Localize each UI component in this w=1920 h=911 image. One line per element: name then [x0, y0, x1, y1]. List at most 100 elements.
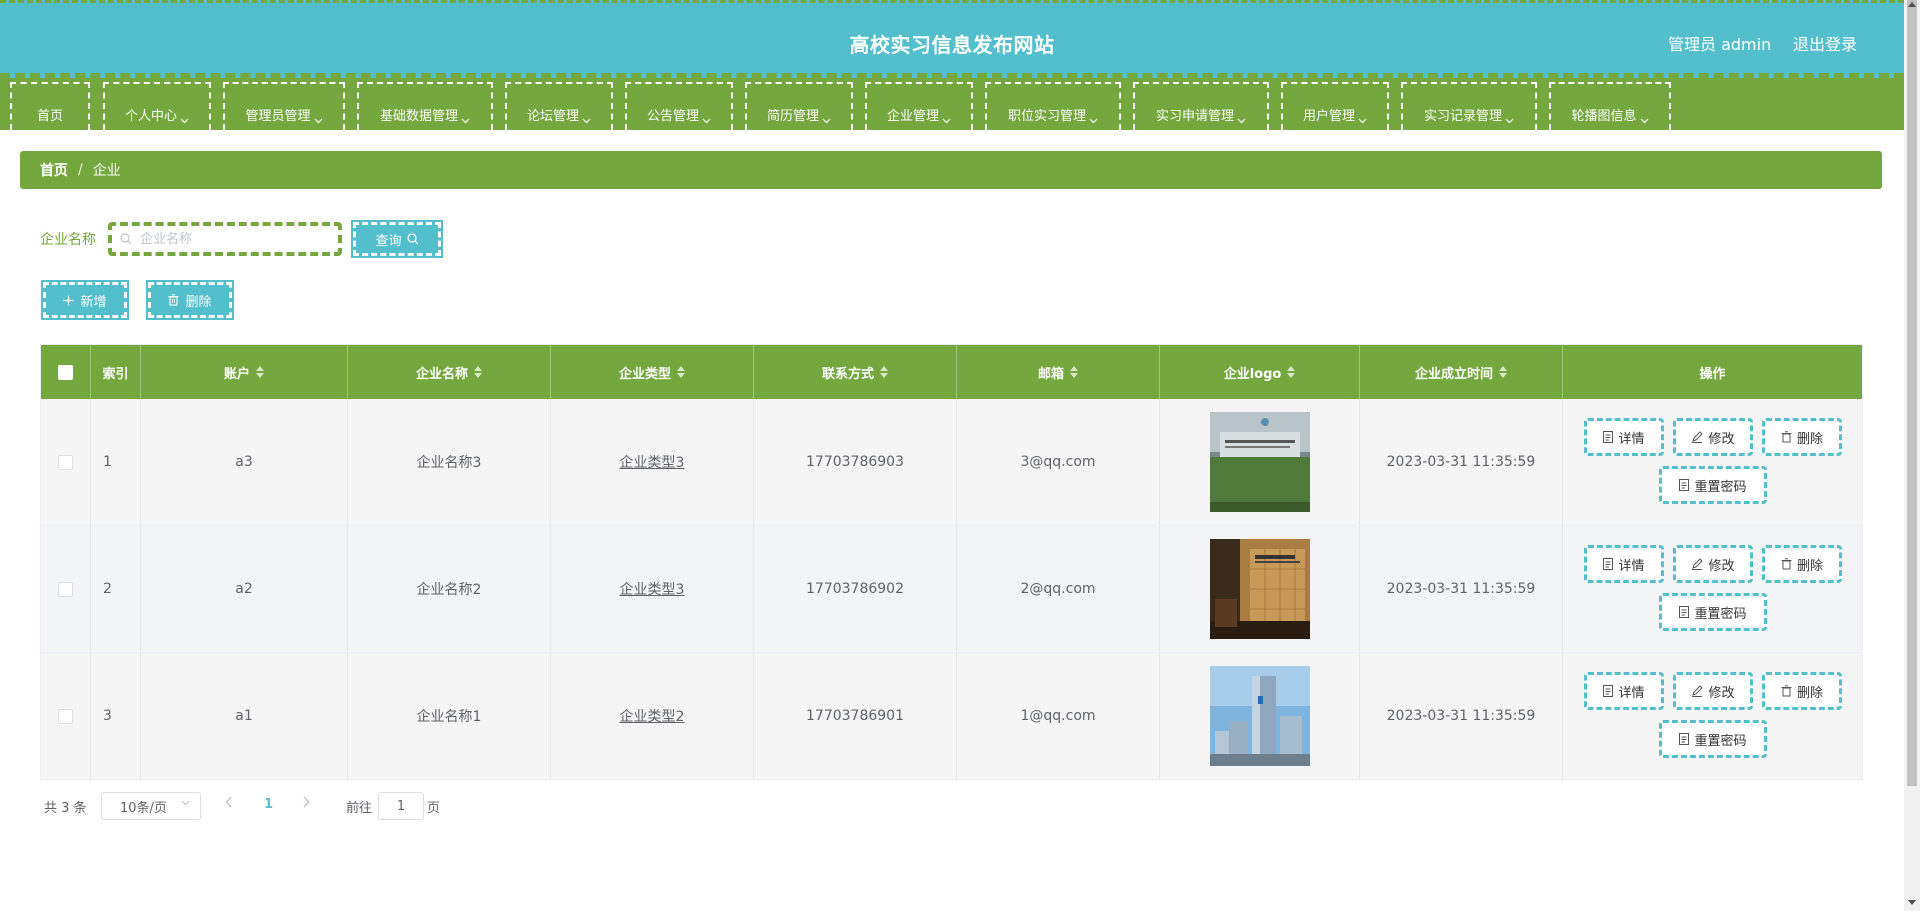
column-header-email[interactable]: 邮箱: [957, 345, 1160, 399]
chevron-down-icon: [181, 800, 190, 806]
reset-password-button[interactable]: 重置密码: [1659, 593, 1767, 631]
column-header-type[interactable]: 企业类型: [551, 345, 754, 399]
scroll-down-arrow-icon[interactable]: [1908, 900, 1916, 905]
column-header-account[interactable]: 账户: [141, 345, 348, 399]
row-checkbox[interactable]: [58, 708, 73, 724]
next-page-icon[interactable]: [302, 796, 310, 808]
delete-button-label: 删除: [1796, 431, 1823, 447]
delete-button[interactable]: 删除: [1762, 545, 1842, 583]
nav-item-label: 企业管理: [886, 109, 939, 124]
cell-type: 企业类型3: [551, 526, 754, 652]
chevron-down-icon: [1358, 118, 1367, 124]
document-icon: [1603, 685, 1614, 697]
edit-button[interactable]: 修改: [1673, 545, 1753, 583]
page-size-select[interactable]: 10条/页: [101, 792, 201, 820]
nav-item-internship-record[interactable]: 实习记录管理: [1401, 82, 1537, 130]
scroll-up-arrow-icon[interactable]: [1908, 2, 1916, 7]
nav-item-profile[interactable]: 个人中心: [103, 82, 211, 130]
office-tower-image[interactable]: [1209, 666, 1310, 766]
nav-item-resume[interactable]: 简历管理: [745, 82, 853, 130]
current-page-number[interactable]: 1: [264, 797, 273, 812]
edit-button[interactable]: 修改: [1673, 672, 1753, 710]
header-select-all[interactable]: [41, 345, 91, 399]
chevron-down-icon: [461, 118, 470, 124]
cell-ops: 详情 修改 删除 重置密码: [1563, 399, 1862, 525]
table-header: 索引 账户 企业名称 企业类型 联系方式 邮箱 企业logo 企业成立时间 操作: [41, 345, 1862, 399]
row-checkbox[interactable]: [58, 581, 73, 597]
cell-type: 企业类型2: [551, 653, 754, 779]
chevron-down-icon: [1505, 118, 1514, 124]
reception-wall-image[interactable]: [1209, 539, 1310, 639]
row-checkbox[interactable]: [58, 454, 73, 470]
reset-password-button-label: 重置密码: [1694, 479, 1747, 495]
cell-ops: 详情 修改 删除 重置密码: [1563, 526, 1862, 652]
edit-button-label: 修改: [1708, 431, 1735, 447]
breadcrumb-current: 企业: [92, 163, 121, 179]
nav-item-internship-application[interactable]: 实习申请管理: [1133, 82, 1269, 130]
column-header-label: 邮箱: [1037, 366, 1064, 382]
chevron-down-icon: [314, 118, 322, 124]
sort-icon[interactable]: [474, 366, 482, 378]
detail-button[interactable]: 详情: [1584, 418, 1664, 456]
nav-item-label: 简历管理: [766, 109, 819, 124]
nav-item-carousel[interactable]: 轮播图信息: [1549, 82, 1671, 130]
nav-item-forum[interactable]: 论坛管理: [505, 82, 613, 130]
nav-item-basic-data[interactable]: 基础数据管理: [357, 82, 493, 130]
column-header-logo[interactable]: 企业logo: [1160, 345, 1360, 399]
reset-password-button[interactable]: 重置密码: [1659, 466, 1767, 504]
nav-item-home[interactable]: 首页: [10, 82, 90, 130]
prev-page-icon[interactable]: [225, 796, 233, 808]
nav-item-notice[interactable]: 公告管理: [625, 82, 733, 130]
nav-item-internship-position[interactable]: 职位实习管理: [985, 82, 1121, 130]
nav-item-user-mgmt[interactable]: 用户管理: [1281, 82, 1389, 130]
cell-logo: [1160, 399, 1360, 525]
detail-button-label: 详情: [1618, 685, 1645, 701]
column-header-label: 企业名称: [415, 366, 468, 382]
goto-prefix: 前往: [346, 801, 373, 816]
sort-icon[interactable]: [1287, 366, 1296, 378]
trash-icon: [1781, 685, 1792, 697]
cell-name: 企业名称2: [348, 526, 551, 652]
sort-icon[interactable]: [1070, 366, 1078, 378]
reset-password-button[interactable]: 重置密码: [1659, 720, 1767, 758]
vertical-scrollbar[interactable]: [1904, 0, 1920, 911]
reset-password-button-label: 重置密码: [1694, 733, 1747, 749]
batch-delete-button[interactable]: 删除: [146, 280, 234, 320]
lobby-wall-image[interactable]: [1209, 412, 1310, 512]
cell-phone: 17703786901: [754, 653, 957, 779]
sort-icon[interactable]: [1499, 366, 1507, 378]
column-header-phone[interactable]: 联系方式: [754, 345, 957, 399]
search-input[interactable]: [138, 230, 322, 248]
nav-item-enterprise[interactable]: 企业管理: [865, 82, 973, 130]
add-button-label: 新增: [80, 294, 107, 310]
table-row: 3 a1 企业名称1 企业类型2 17703786901 1@qq.com 20…: [41, 653, 1862, 780]
delete-button[interactable]: 删除: [1762, 418, 1842, 456]
query-button[interactable]: 查询: [351, 220, 443, 258]
edit-button[interactable]: 修改: [1673, 418, 1753, 456]
breadcrumb-home[interactable]: 首页: [40, 160, 68, 180]
detail-button[interactable]: 详情: [1584, 672, 1664, 710]
sort-icon[interactable]: [677, 366, 685, 378]
column-header-name[interactable]: 企业名称: [348, 345, 551, 399]
add-button[interactable]: 新增: [41, 280, 129, 320]
sort-icon[interactable]: [880, 366, 888, 378]
select-all-checkbox[interactable]: [58, 364, 73, 380]
document-icon: [1603, 558, 1614, 570]
cell-ops: 详情 修改 删除 重置密码: [1563, 653, 1862, 779]
table-row: 2 a2 企业名称2 企业类型3 17703786902 2@qq.com 20…: [41, 526, 1862, 653]
document-icon: [1679, 733, 1690, 745]
detail-button[interactable]: 详情: [1584, 545, 1664, 583]
cell-phone: 17703786902: [754, 526, 957, 652]
scrollbar-thumb[interactable]: [1907, 0, 1917, 786]
column-header-founded[interactable]: 企业成立时间: [1360, 345, 1563, 399]
sort-icon[interactable]: [256, 366, 264, 378]
cell-index: 2: [91, 526, 141, 652]
delete-button[interactable]: 删除: [1762, 672, 1842, 710]
goto-page-input[interactable]: [378, 792, 424, 820]
chevron-down-icon: [1237, 118, 1246, 124]
cell-logo: [1160, 526, 1360, 652]
edit-icon: [1692, 558, 1704, 570]
nav-item-admin-mgmt[interactable]: 管理员管理: [223, 82, 345, 130]
logout-link[interactable]: 退出登录: [1793, 31, 1857, 55]
table-row: 1 a3 企业名称3 企业类型3 17703786903 3@qq.com 20…: [41, 399, 1862, 526]
